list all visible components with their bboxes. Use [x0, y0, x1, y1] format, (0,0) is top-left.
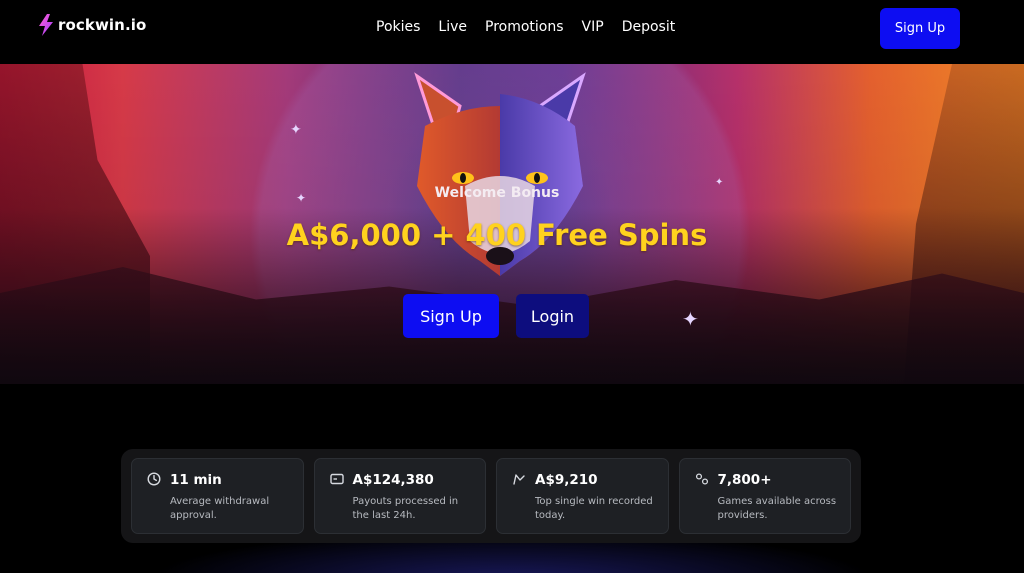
sparkle-icon: ✦	[682, 309, 699, 331]
logo[interactable]: rockwin.io	[38, 14, 146, 36]
main-nav: Pokies Live Promotions VIP Deposit	[376, 19, 675, 35]
stat-description: Top single win recorded today.	[535, 496, 653, 521]
stat-card-games: 7,800+ Games available across providers.	[678, 458, 851, 534]
stat-value: A$9,210	[535, 472, 598, 488]
site-header: rockwin.io Pokies Live Promotions VIP De…	[0, 0, 1024, 64]
sparkle-icon: ✦	[290, 121, 302, 137]
card-icon	[329, 473, 344, 485]
stat-value: A$124,380	[352, 472, 434, 488]
stat-description: Games available across providers.	[717, 496, 837, 521]
nav-item-live[interactable]: Live	[438, 19, 467, 35]
welcome-bonus-label: Welcome Bonus	[434, 185, 560, 201]
logo-text: rockwin.io	[58, 16, 147, 34]
bonus-headline: A$6,000 + 400 Free Spins	[286, 218, 708, 252]
nav-item-promotions[interactable]: Promotions	[485, 19, 564, 35]
hero-signup-button[interactable]: Sign Up	[403, 294, 499, 338]
stat-card-withdrawal: 11 min Average withdrawal approval.	[131, 458, 304, 534]
clock-icon	[147, 472, 161, 486]
nav-item-pokies[interactable]: Pokies	[376, 19, 420, 35]
lightning-icon	[39, 14, 53, 36]
trend-icon	[513, 474, 525, 485]
games-icon	[695, 473, 708, 485]
stat-description: Average withdrawal approval.	[170, 496, 270, 521]
hero-login-button[interactable]: Login	[516, 294, 589, 338]
stat-description: Payouts processed in the last 24h.	[352, 496, 459, 521]
stats-panel: 11 min Average withdrawal approval. A$12…	[121, 449, 861, 543]
stat-card-top-win: A$9,210 Top single win recorded today.	[496, 458, 669, 534]
hero-banner: ✦ ✦ ✦ ✦ Welcome Bonus A$6,000 + 400 Free…	[0, 64, 1024, 384]
stat-card-payouts: A$124,380 Payouts processed in the last …	[313, 458, 486, 534]
stat-value: 7,800+	[717, 472, 772, 488]
header-signup-button[interactable]: Sign Up	[880, 8, 960, 49]
nav-item-vip[interactable]: VIP	[582, 19, 604, 35]
stat-value: 11 min	[170, 472, 222, 488]
nav-item-deposit[interactable]: Deposit	[622, 19, 676, 35]
